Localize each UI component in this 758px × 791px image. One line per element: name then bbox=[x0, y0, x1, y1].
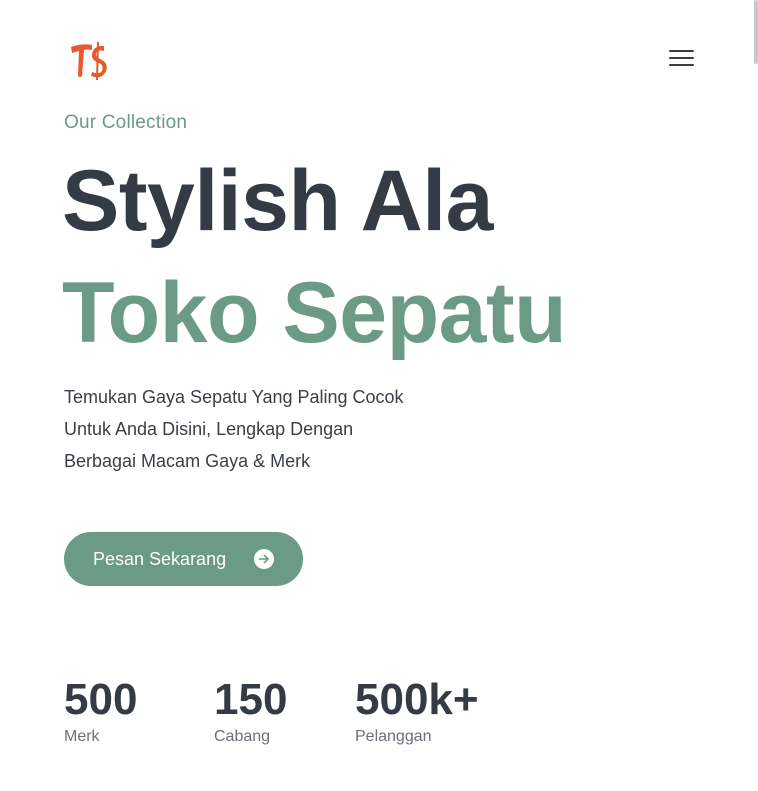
scrollbar-thumb[interactable] bbox=[754, 0, 758, 64]
stat-value: 150 bbox=[214, 675, 288, 724]
description-line: Untuk Anda Disini, Lengkap Dengan bbox=[64, 419, 354, 439]
arrow-right-circle-icon bbox=[254, 549, 274, 569]
description-line: Temukan Gaya Sepatu Yang Paling Cocok bbox=[64, 387, 404, 407]
hamburger-menu-icon bbox=[669, 64, 694, 66]
description-line: Berbagai Macam Gaya & Merk bbox=[64, 451, 311, 471]
stat-label: Merk bbox=[64, 728, 100, 745]
headline-line-2: Toko Sepatu bbox=[62, 265, 567, 361]
menu-button[interactable] bbox=[664, 44, 700, 74]
order-now-button[interactable]: Pesan Sekarang bbox=[64, 532, 303, 586]
stat-label: Cabang bbox=[214, 728, 271, 745]
logo[interactable] bbox=[68, 40, 112, 82]
scrollbar-track[interactable] bbox=[752, 0, 758, 791]
page: Our Collection Stylish Ala Toko Sepatu T… bbox=[0, 0, 758, 791]
order-now-label: Pesan Sekarang bbox=[93, 548, 227, 569]
headline-line-1: Stylish Ala bbox=[62, 153, 494, 249]
hamburger-menu-icon bbox=[669, 50, 694, 52]
hero-description: Temukan Gaya Sepatu Yang Paling Cocok Un… bbox=[64, 381, 484, 477]
eyebrow-text: Our Collection bbox=[64, 112, 188, 133]
logo-mark bbox=[71, 42, 107, 80]
stat-brands: 500 Merk bbox=[64, 672, 137, 746]
stat-customers: 500k+ Pelanggan bbox=[355, 672, 479, 746]
stat-value: 500 bbox=[64, 675, 138, 724]
stat-value: 500k+ bbox=[355, 675, 479, 724]
hamburger-menu-icon bbox=[669, 57, 694, 59]
stat-label: Pelanggan bbox=[355, 728, 432, 745]
stat-branches: 150 Cabang bbox=[214, 672, 287, 746]
